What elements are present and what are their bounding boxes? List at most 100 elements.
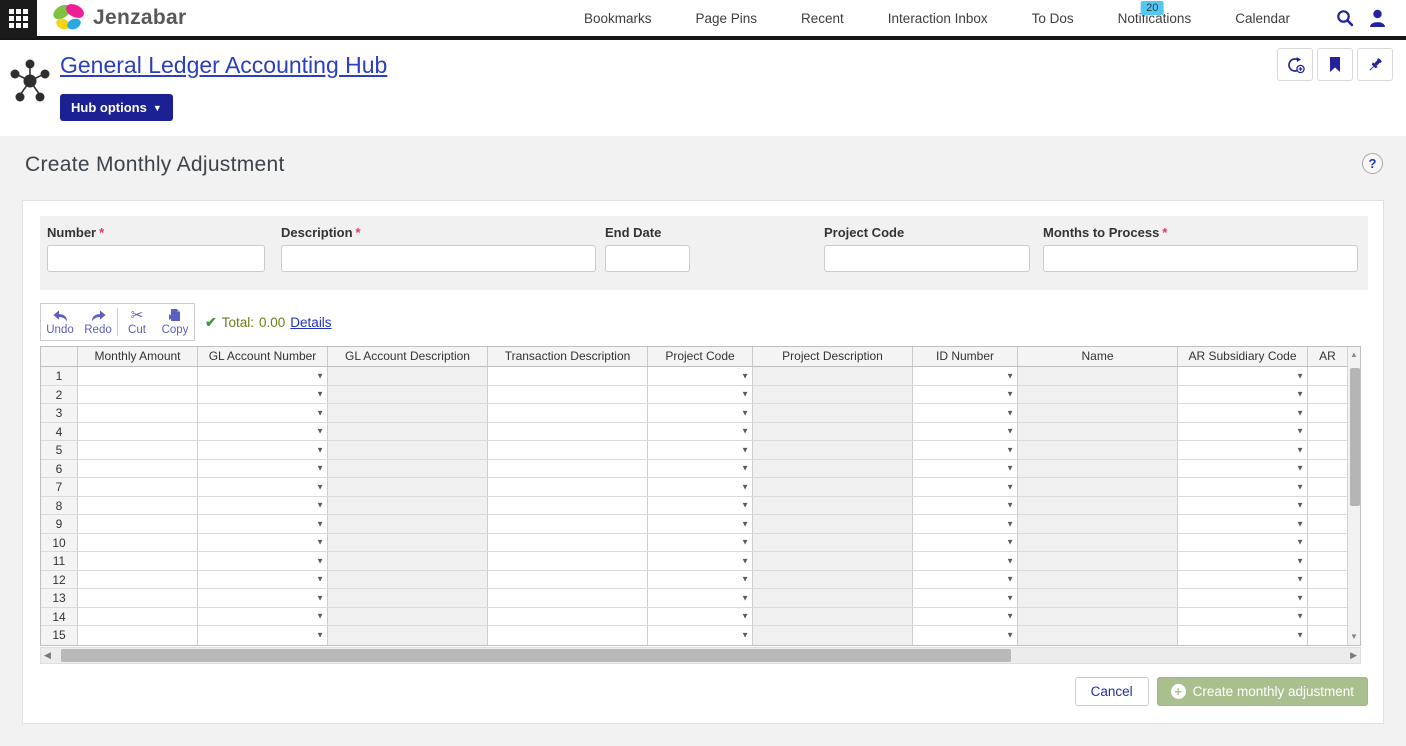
grid-cell-transaction-description[interactable] <box>488 367 648 385</box>
dropdown-arrow-icon[interactable]: ▼ <box>741 445 749 454</box>
dropdown-arrow-icon[interactable]: ▼ <box>741 556 749 565</box>
grid-cell-ar-subsidiary-code[interactable]: ▼ <box>1178 460 1308 478</box>
grid-cell-ar[interactable] <box>1308 589 1347 607</box>
grid-cell-id-number[interactable]: ▼ <box>913 478 1018 496</box>
grid-cell-monthly-amount[interactable] <box>78 404 198 422</box>
row-number-cell[interactable]: 11 <box>41 552 78 570</box>
dropdown-arrow-icon[interactable]: ▼ <box>316 631 324 640</box>
grid-cell-ar[interactable] <box>1308 552 1347 570</box>
hub-title-link[interactable]: General Ledger Accounting Hub <box>60 52 387 79</box>
row-number-cell[interactable]: 1 <box>41 367 78 385</box>
grid-cell-ar[interactable] <box>1308 626 1347 645</box>
grid-cell-monthly-amount[interactable] <box>78 478 198 496</box>
grid-cell-project-code[interactable]: ▼ <box>648 367 753 385</box>
grid-cell-monthly-amount[interactable] <box>78 441 198 459</box>
grid-cell-monthly-amount[interactable] <box>78 571 198 589</box>
dropdown-arrow-icon[interactable]: ▼ <box>316 538 324 547</box>
dropdown-arrow-icon[interactable]: ▼ <box>741 390 749 399</box>
scroll-left-icon[interactable]: ◀ <box>44 650 51 661</box>
dropdown-arrow-icon[interactable]: ▼ <box>316 575 324 584</box>
grid-cell-gl-account-number[interactable]: ▼ <box>198 478 328 496</box>
grid-cell-transaction-description[interactable] <box>488 552 648 570</box>
grid-cell-monthly-amount[interactable] <box>78 608 198 626</box>
dropdown-arrow-icon[interactable]: ▼ <box>741 631 749 640</box>
dropdown-arrow-icon[interactable]: ▼ <box>1006 482 1014 491</box>
grid-cell-transaction-description[interactable] <box>488 626 648 645</box>
nav-item-to-dos[interactable]: To Dos <box>1032 0 1074 36</box>
grid-cell-id-number[interactable]: ▼ <box>913 571 1018 589</box>
dropdown-arrow-icon[interactable]: ▼ <box>1006 371 1014 380</box>
end-date-input[interactable] <box>605 245 690 272</box>
row-number-cell[interactable]: 15 <box>41 626 78 645</box>
grid-cell-gl-account-number[interactable]: ▼ <box>198 608 328 626</box>
nav-item-calendar[interactable]: Calendar <box>1235 0 1290 36</box>
dropdown-arrow-icon[interactable]: ▼ <box>316 612 324 621</box>
grid-cell-monthly-amount[interactable] <box>78 534 198 552</box>
dropdown-arrow-icon[interactable]: ▼ <box>1006 612 1014 621</box>
grid-cell-ar[interactable] <box>1308 460 1347 478</box>
dropdown-arrow-icon[interactable]: ▼ <box>316 593 324 602</box>
grid-cell-id-number[interactable]: ▼ <box>913 404 1018 422</box>
grid-cell-transaction-description[interactable] <box>488 571 648 589</box>
grid-cell-monthly-amount[interactable] <box>78 626 198 645</box>
copy-button[interactable]: Copy <box>156 304 194 340</box>
grid-cell-monthly-amount[interactable] <box>78 552 198 570</box>
grid-cell-ar-subsidiary-code[interactable]: ▼ <box>1178 497 1308 515</box>
row-number-cell[interactable]: 13 <box>41 589 78 607</box>
dropdown-arrow-icon[interactable]: ▼ <box>1006 427 1014 436</box>
grid-cell-monthly-amount[interactable] <box>78 460 198 478</box>
dropdown-arrow-icon[interactable]: ▼ <box>1296 575 1304 584</box>
row-number-cell[interactable]: 7 <box>41 478 78 496</box>
grid-cell-id-number[interactable]: ▼ <box>913 460 1018 478</box>
grid-cell-ar[interactable] <box>1308 423 1347 441</box>
grid-cell-monthly-amount[interactable] <box>78 386 198 404</box>
grid-cell-project-code[interactable]: ▼ <box>648 552 753 570</box>
grid-cell-ar-subsidiary-code[interactable]: ▼ <box>1178 571 1308 589</box>
grid-cell-transaction-description[interactable] <box>488 404 648 422</box>
dropdown-arrow-icon[interactable]: ▼ <box>1296 371 1304 380</box>
pin-page-button[interactable] <box>1357 48 1393 81</box>
cancel-button[interactable]: Cancel <box>1075 677 1149 706</box>
dropdown-arrow-icon[interactable]: ▼ <box>1006 501 1014 510</box>
dropdown-arrow-icon[interactable]: ▼ <box>1296 593 1304 602</box>
dropdown-arrow-icon[interactable]: ▼ <box>316 482 324 491</box>
grid-cell-monthly-amount[interactable] <box>78 515 198 533</box>
add-to-recent-button[interactable] <box>1277 48 1313 81</box>
grid-cell-transaction-description[interactable] <box>488 423 648 441</box>
grid-cell-gl-account-number[interactable]: ▼ <box>198 571 328 589</box>
dropdown-arrow-icon[interactable]: ▼ <box>316 501 324 510</box>
grid-cell-ar[interactable] <box>1308 571 1347 589</box>
dropdown-arrow-icon[interactable]: ▼ <box>1296 612 1304 621</box>
grid-cell-gl-account-number[interactable]: ▼ <box>198 404 328 422</box>
grid-cell-project-code[interactable]: ▼ <box>648 478 753 496</box>
row-number-cell[interactable]: 5 <box>41 441 78 459</box>
dropdown-arrow-icon[interactable]: ▼ <box>1006 519 1014 528</box>
dropdown-arrow-icon[interactable]: ▼ <box>316 427 324 436</box>
dropdown-arrow-icon[interactable]: ▼ <box>741 427 749 436</box>
vertical-scroll-thumb[interactable] <box>1350 368 1360 506</box>
grid-cell-project-code[interactable]: ▼ <box>648 441 753 459</box>
grid-cell-id-number[interactable]: ▼ <box>913 608 1018 626</box>
dropdown-arrow-icon[interactable]: ▼ <box>316 371 324 380</box>
number-input[interactable] <box>47 245 265 272</box>
dropdown-arrow-icon[interactable]: ▼ <box>1006 631 1014 640</box>
grid-cell-ar-subsidiary-code[interactable]: ▼ <box>1178 367 1308 385</box>
grid-cell-ar-subsidiary-code[interactable]: ▼ <box>1178 608 1308 626</box>
dropdown-arrow-icon[interactable]: ▼ <box>316 519 324 528</box>
row-number-cell[interactable]: 3 <box>41 404 78 422</box>
grid-cell-transaction-description[interactable] <box>488 478 648 496</box>
create-monthly-adjustment-button[interactable]: + Create monthly adjustment <box>1157 677 1368 706</box>
horizontal-scroll-thumb[interactable] <box>61 649 1011 662</box>
details-link[interactable]: Details <box>290 315 331 330</box>
grid-cell-gl-account-number[interactable]: ▼ <box>198 534 328 552</box>
dropdown-arrow-icon[interactable]: ▼ <box>1006 593 1014 602</box>
grid-cell-gl-account-number[interactable]: ▼ <box>198 386 328 404</box>
dropdown-arrow-icon[interactable]: ▼ <box>741 593 749 602</box>
grid-cell-id-number[interactable]: ▼ <box>913 589 1018 607</box>
description-input[interactable] <box>281 245 596 272</box>
dropdown-arrow-icon[interactable]: ▼ <box>316 390 324 399</box>
grid-cell-id-number[interactable]: ▼ <box>913 441 1018 459</box>
dropdown-arrow-icon[interactable]: ▼ <box>1296 538 1304 547</box>
dropdown-arrow-icon[interactable]: ▼ <box>741 464 749 473</box>
dropdown-arrow-icon[interactable]: ▼ <box>1006 445 1014 454</box>
